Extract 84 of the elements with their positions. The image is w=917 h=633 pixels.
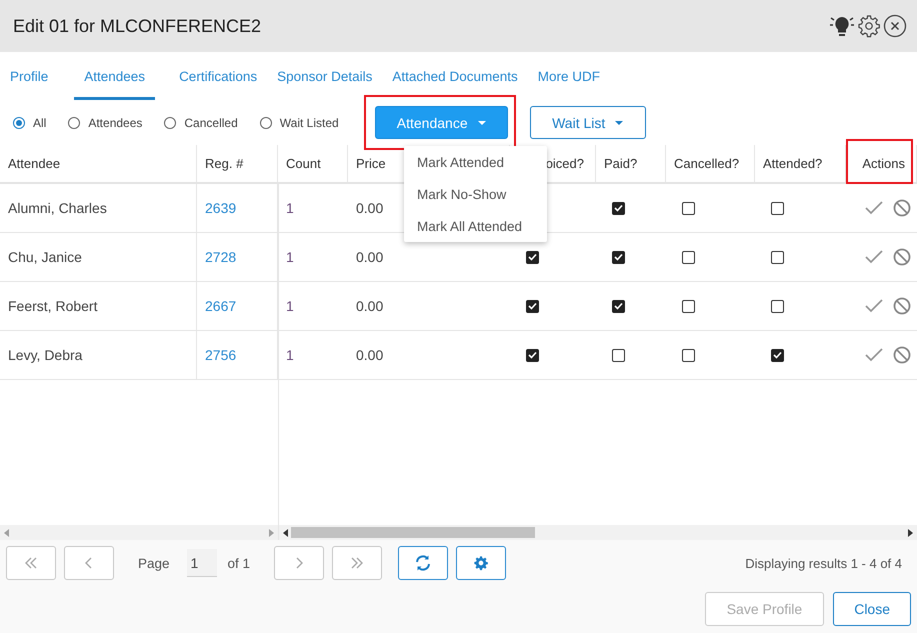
table-cell: 1 [286, 347, 294, 363]
checkbox[interactable] [771, 250, 784, 264]
ban-icon[interactable] [893, 248, 911, 266]
checkbox[interactable] [682, 250, 695, 264]
column-header: Attendee [8, 156, 60, 171]
tab[interactable]: Attached Documents [382, 52, 528, 100]
ban-icon[interactable] [893, 199, 911, 217]
check-icon[interactable] [865, 201, 883, 215]
checkbox[interactable] [612, 250, 625, 264]
registration-link[interactable]: 2667 [205, 298, 236, 314]
radio-button[interactable] [68, 116, 80, 128]
radio-label[interactable]: Cancelled [184, 116, 238, 130]
checkbox[interactable] [612, 300, 625, 312]
lightbulb-icon[interactable] [829, 14, 855, 38]
settings-icon[interactable] [857, 14, 881, 38]
table-cell: 1 [286, 249, 294, 265]
double-chevron-right-icon [350, 557, 364, 569]
table-cell: 0.00 [356, 347, 384, 363]
radio-button[interactable] [13, 116, 25, 128]
table-cell: 1 [286, 200, 294, 216]
gear-icon [473, 555, 490, 571]
registration-link[interactable]: 2728 [205, 249, 236, 265]
table-cell: 0.00 [356, 249, 384, 265]
menu-item[interactable]: Mark All Attended [404, 210, 547, 242]
checkbox[interactable] [612, 202, 625, 214]
column-header: Attended? [763, 156, 822, 171]
chevron-left-icon [85, 557, 93, 569]
table-cell: 0.00 [356, 200, 384, 216]
checkbox[interactable] [682, 300, 695, 312]
column-header: Price [356, 156, 386, 171]
chevron-right-icon [295, 557, 304, 569]
column-header: Actions [862, 156, 905, 171]
close-icon[interactable] [883, 14, 907, 38]
table-cell: 0.00 [356, 298, 384, 314]
results-status: Displaying results 1 - 4 of 4 [745, 556, 902, 570]
table-cell: Alumni, Charles [8, 200, 107, 216]
checkbox[interactable] [612, 348, 625, 362]
ban-icon[interactable] [893, 346, 911, 364]
checkbox[interactable] [771, 202, 784, 214]
table-cell: Feerst, Robert [8, 298, 98, 314]
checkbox[interactable] [771, 300, 784, 312]
menu-item[interactable]: Mark No-Show [404, 178, 547, 210]
settings-button[interactable] [456, 546, 506, 580]
checkbox[interactable] [682, 202, 695, 214]
check-icon[interactable] [865, 348, 883, 362]
checkbox[interactable] [526, 300, 539, 312]
radio-button[interactable] [164, 116, 176, 128]
checkbox[interactable] [526, 250, 539, 264]
tab[interactable]: Profile [0, 52, 58, 100]
checkbox[interactable] [771, 348, 784, 362]
column-header: Paid? [604, 156, 638, 171]
table-cell: 1 [286, 298, 294, 314]
column-header: oiced? [546, 156, 584, 171]
radio-button[interactable] [260, 116, 272, 128]
double-chevron-left-icon [24, 557, 38, 569]
dropdown-button[interactable]: Wait List [530, 106, 646, 139]
refresh-button[interactable] [398, 546, 448, 580]
column-header: Cancelled? [674, 156, 740, 171]
radio-label[interactable]: Wait Listed [280, 116, 339, 130]
registration-link[interactable]: 2756 [205, 347, 236, 363]
table-cell: Levy, Debra [8, 347, 82, 363]
footer-button[interactable]: Close [833, 592, 911, 626]
dropdown-button[interactable]: Attendance [374, 106, 508, 139]
menu-item[interactable]: Mark Attended [404, 146, 547, 178]
tab[interactable]: Sponsor Details [267, 52, 382, 100]
ban-icon[interactable] [893, 297, 911, 315]
table-cell: Chu, Janice [8, 249, 82, 265]
column-header: Reg. # [205, 156, 244, 171]
check-icon[interactable] [865, 299, 883, 313]
radio-label[interactable]: All [33, 116, 46, 130]
tab[interactable]: Certifications [169, 52, 268, 100]
page-label: Page [138, 556, 170, 570]
check-icon[interactable] [865, 250, 883, 264]
registration-link[interactable]: 2639 [205, 200, 236, 216]
column-header: Count [286, 156, 321, 171]
checkbox[interactable] [682, 348, 695, 362]
page-input[interactable]: 1 [186, 549, 217, 577]
tab[interactable]: More UDF [528, 52, 610, 100]
radio-label[interactable]: Attendees [88, 116, 142, 130]
tab[interactable]: Attendees [74, 52, 156, 100]
refresh-icon [414, 554, 432, 572]
window-title: Edit 01 for MLCONFERENCE2 [13, 16, 262, 36]
page-count: of 1 [228, 556, 250, 570]
checkbox[interactable] [526, 348, 539, 362]
